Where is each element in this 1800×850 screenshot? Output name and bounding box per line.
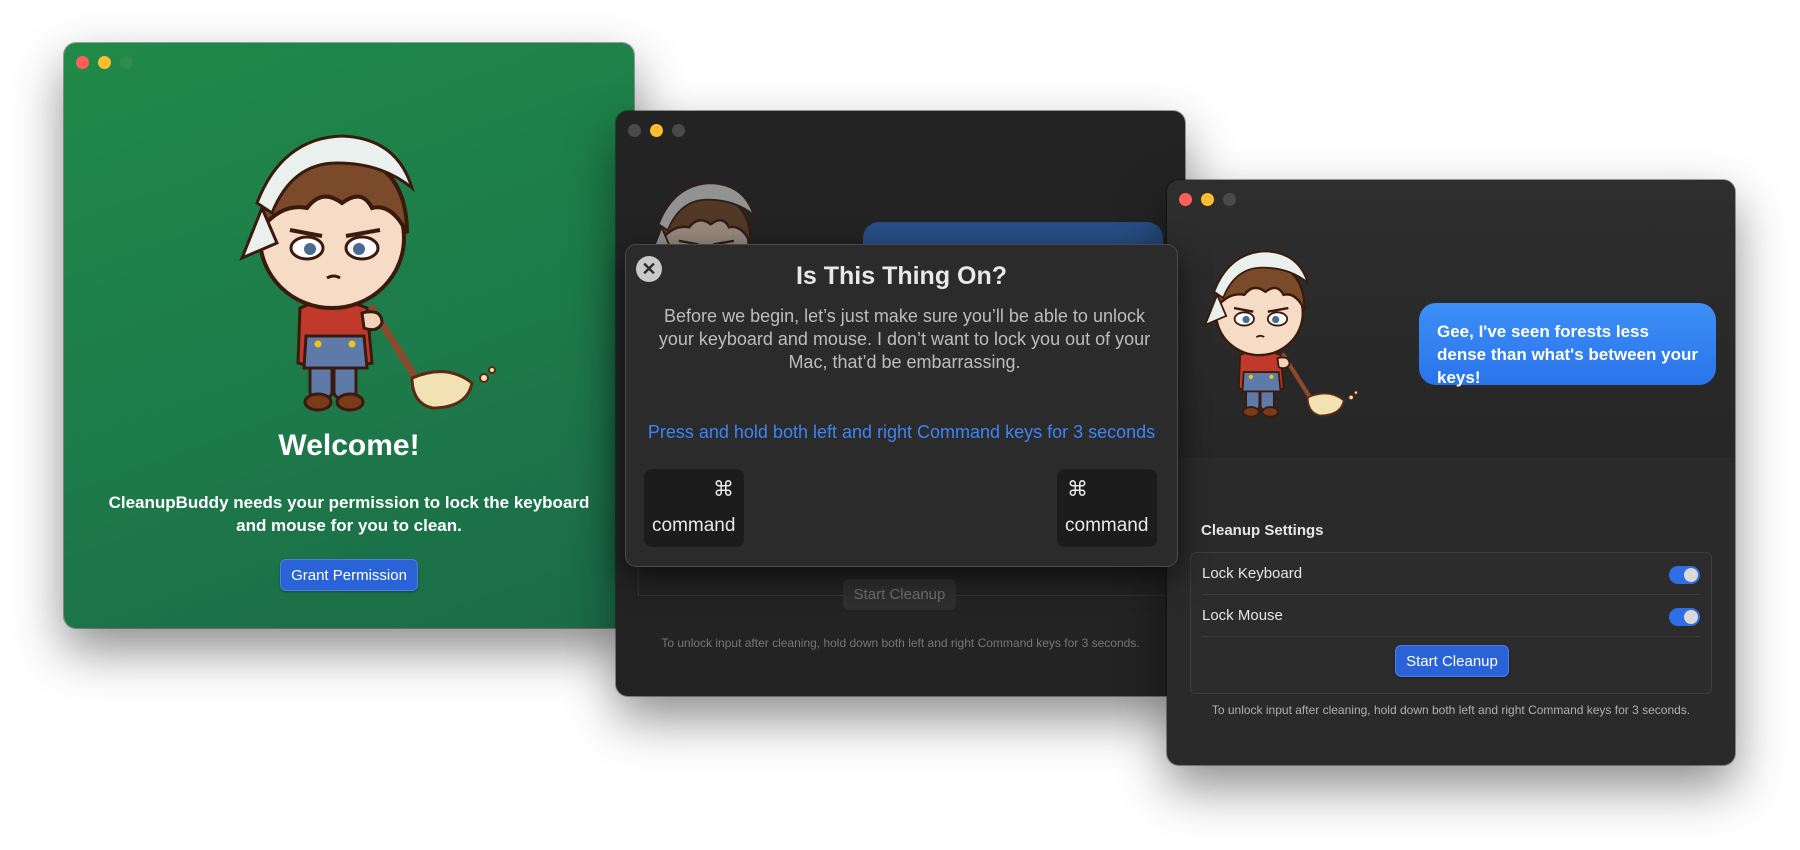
setting-row-lock-mouse: Lock Mouse	[1191, 595, 1711, 637]
grant-permission-button[interactable]: Grant Permission	[280, 559, 418, 591]
close-window-button[interactable]	[76, 56, 89, 69]
divider	[1202, 636, 1700, 637]
window-controls	[76, 56, 133, 69]
window-controls	[628, 124, 685, 137]
cleanup-window: Gee, I've seen forests less dense than w…	[1167, 180, 1735, 765]
left-command-key: ⌘ command	[644, 469, 744, 547]
zoom-window-button	[672, 124, 685, 137]
key-label: command	[652, 515, 736, 536]
unlock-footnote: To unlock input after cleaning, hold dow…	[1211, 703, 1691, 717]
settings-title: Cleanup Settings	[1201, 522, 1324, 539]
welcome-window: Welcome! CleanupBuddy needs your permiss…	[64, 43, 634, 628]
close-window-button	[628, 124, 641, 137]
close-window-button[interactable]	[1179, 193, 1192, 206]
right-command-key: ⌘ command	[1057, 469, 1157, 547]
mascot-illustration	[1193, 233, 1368, 423]
setting-label: Lock Keyboard	[1202, 565, 1303, 582]
key-label: command	[1065, 515, 1149, 536]
setting-label: Lock Mouse	[1202, 607, 1283, 624]
command-symbol-icon: ⌘	[713, 478, 734, 501]
speech-bubble: Gee, I've seen forests less dense than w…	[1419, 303, 1716, 387]
start-cleanup-button-disabled: Start Cleanup	[843, 579, 956, 610]
setting-row-lock-keyboard: Lock Keyboard	[1191, 553, 1711, 595]
zoom-window-button	[1223, 193, 1236, 206]
minimize-window-button[interactable]	[1201, 193, 1214, 206]
dialog-title: Is This Thing On?	[795, 262, 1008, 290]
command-symbol-icon: ⌘	[1067, 478, 1088, 501]
mascot-illustration	[222, 108, 512, 418]
toggle-knob	[1684, 610, 1698, 624]
unlock-footnote: To unlock input after cleaning, hold dow…	[661, 636, 1140, 650]
minimize-window-button[interactable]	[98, 56, 111, 69]
window-controls	[1179, 193, 1236, 206]
lock-keyboard-toggle[interactable]	[1669, 566, 1700, 584]
toggle-knob	[1684, 568, 1698, 582]
minimize-window-button[interactable]	[650, 124, 663, 137]
dialog-hint: Press and hold both left and right Comma…	[647, 422, 1156, 442]
permission-message: CleanupBuddy needs your permission to lo…	[108, 493, 590, 535]
welcome-title: Welcome!	[278, 429, 420, 462]
zoom-window-button	[120, 56, 133, 69]
command-key-test-dialog: ✕ Is This Thing On? Before we begin, let…	[625, 244, 1178, 567]
start-cleanup-button[interactable]: Start Cleanup	[1395, 645, 1509, 677]
lock-mouse-toggle[interactable]	[1669, 608, 1700, 626]
dialog-body: Before we begin, let’s just make sure yo…	[658, 306, 1151, 372]
